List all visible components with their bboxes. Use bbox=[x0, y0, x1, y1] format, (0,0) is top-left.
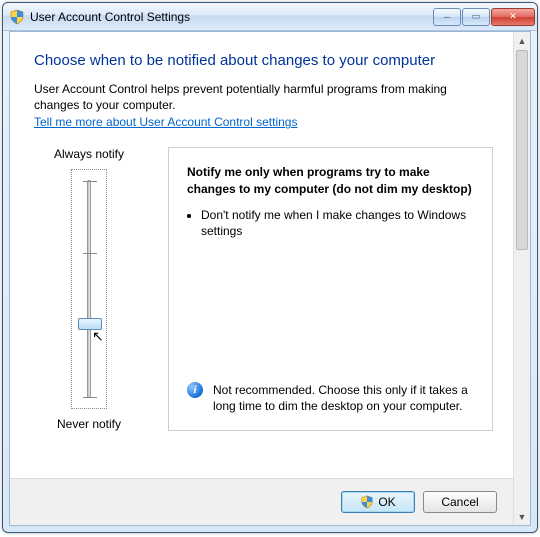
uac-shield-icon bbox=[360, 495, 374, 509]
close-button[interactable]: ✕ bbox=[491, 8, 535, 26]
info-icon: i bbox=[187, 382, 203, 398]
button-bar: OK Cancel bbox=[10, 478, 513, 525]
notification-slider[interactable]: ↖ bbox=[71, 169, 107, 409]
main-row: Always notify ↖ Never notify bbox=[34, 147, 493, 431]
slider-top-label: Always notify bbox=[54, 147, 124, 161]
uac-settings-window: User Account Control Settings ─ ▭ ✕ ▲ ▼ … bbox=[2, 2, 538, 533]
slider-tick bbox=[83, 253, 97, 254]
window-title: User Account Control Settings bbox=[30, 10, 432, 24]
titlebar[interactable]: User Account Control Settings ─ ▭ ✕ bbox=[3, 3, 537, 31]
slider-bottom-label: Never notify bbox=[57, 417, 121, 431]
cancel-button-label: Cancel bbox=[441, 495, 478, 509]
description-title: Notify me only when programs try to make… bbox=[187, 164, 474, 196]
vertical-scrollbar[interactable]: ▲ ▼ bbox=[513, 32, 530, 525]
intro-text: User Account Control helps prevent poten… bbox=[34, 81, 493, 113]
scroll-thumb[interactable] bbox=[516, 50, 528, 250]
uac-shield-icon bbox=[9, 9, 25, 25]
recommendation-row: i Not recommended. Choose this only if i… bbox=[187, 382, 474, 414]
page-heading: Choose when to be notified about changes… bbox=[34, 52, 493, 69]
cancel-button[interactable]: Cancel bbox=[423, 491, 497, 513]
maximize-button[interactable]: ▭ bbox=[462, 8, 490, 26]
description-panel: Notify me only when programs try to make… bbox=[168, 147, 493, 431]
slider-column: Always notify ↖ Never notify bbox=[34, 147, 144, 431]
content-pane: Choose when to be notified about changes… bbox=[10, 32, 513, 525]
description-bullets: Don't notify me when I make changes to W… bbox=[201, 207, 474, 239]
recommendation-text: Not recommended. Choose this only if it … bbox=[213, 382, 474, 414]
bullet-item: Don't notify me when I make changes to W… bbox=[201, 207, 474, 239]
slider-track: ↖ bbox=[87, 180, 91, 398]
slider-tick bbox=[83, 181, 97, 182]
cursor-icon: ↖ bbox=[92, 328, 104, 345]
help-link[interactable]: Tell me more about User Account Control … bbox=[34, 115, 297, 129]
ok-button-label: OK bbox=[378, 495, 395, 509]
scroll-down-arrow[interactable]: ▼ bbox=[514, 508, 530, 525]
minimize-button[interactable]: ─ bbox=[433, 8, 461, 26]
scroll-up-arrow[interactable]: ▲ bbox=[514, 32, 530, 49]
slider-tick bbox=[83, 397, 97, 398]
ok-button[interactable]: OK bbox=[341, 491, 415, 513]
client-area: ▲ ▼ Choose when to be notified about cha… bbox=[9, 31, 531, 526]
